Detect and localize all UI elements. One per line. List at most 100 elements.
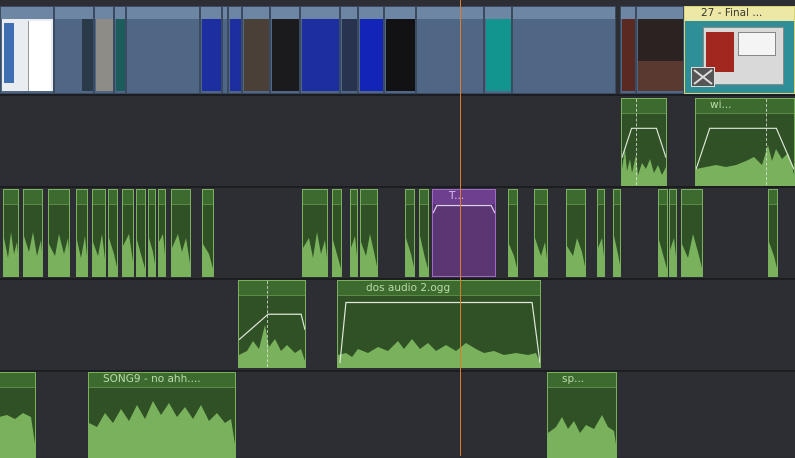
audio-clip[interactable]	[566, 189, 586, 277]
video-clip[interactable]	[94, 6, 114, 94]
video-clip[interactable]	[270, 6, 300, 94]
audio-clip[interactable]	[238, 280, 306, 368]
audio-clip[interactable]	[108, 189, 118, 277]
timeline[interactable]: 27 - Final ... wi... T... dos audio 2.og…	[0, 0, 795, 458]
playhead[interactable]	[460, 0, 461, 456]
audio-clip[interactable]	[76, 189, 88, 277]
audio-clip-selected[interactable]: T...	[432, 189, 496, 277]
waveform	[333, 228, 341, 276]
video-clip[interactable]	[340, 6, 358, 94]
video-clip[interactable]	[228, 6, 242, 94]
audio-clip[interactable]	[148, 189, 156, 277]
clip-thumbnail	[116, 19, 125, 91]
clip-header	[361, 190, 377, 205]
audio-track-4[interactable]: SONG9 - no ahh.... sp...	[0, 372, 795, 458]
audio-clip[interactable]	[158, 189, 166, 277]
clip-thumbnail	[622, 19, 635, 91]
clip-header	[301, 7, 339, 19]
audio-clip[interactable]	[92, 189, 106, 277]
audio-clip[interactable]	[508, 189, 518, 277]
video-clip[interactable]	[0, 6, 54, 94]
clip-thumbnail	[703, 27, 784, 85]
audio-track-1[interactable]: wi...	[0, 96, 795, 186]
audio-clip[interactable]	[136, 189, 146, 277]
clip-thumbnail	[272, 19, 299, 91]
video-track[interactable]: 27 - Final ...	[0, 0, 795, 94]
audio-clip[interactable]	[23, 189, 43, 277]
audio-clip[interactable]	[122, 189, 134, 277]
clip-header	[598, 190, 604, 205]
audio-clip[interactable]	[597, 189, 605, 277]
audio-clip[interactable]	[302, 189, 328, 277]
waveform	[137, 228, 145, 276]
clip-thumbnail	[360, 19, 383, 91]
clip-label: 27 - Final ...	[701, 7, 763, 19]
audio-clip[interactable]	[613, 189, 621, 277]
audio-clip[interactable]	[350, 189, 358, 277]
audio-clip[interactable]	[332, 189, 342, 277]
clip-header	[271, 7, 299, 19]
clip-thumbnail	[230, 19, 241, 91]
audio-clip[interactable]: dos audio 2.ogg	[337, 280, 541, 368]
audio-clip[interactable]	[202, 189, 214, 277]
audio-clip[interactable]	[669, 189, 677, 277]
audio-clip[interactable]	[534, 189, 548, 277]
clip-header	[351, 190, 357, 205]
audio-clip[interactable]	[360, 189, 378, 277]
waveform	[598, 228, 604, 276]
audio-clip[interactable]	[621, 98, 667, 186]
clip-header	[55, 7, 93, 19]
video-clip[interactable]	[114, 6, 126, 94]
video-clip[interactable]	[484, 6, 512, 94]
waveform	[548, 399, 616, 457]
video-clip[interactable]	[636, 6, 684, 94]
audio-clip[interactable]	[681, 189, 703, 277]
clip-header	[243, 7, 269, 19]
video-clip[interactable]	[384, 6, 416, 94]
audio-clip[interactable]	[419, 189, 429, 277]
volume-envelope	[239, 313, 305, 341]
clip-thumbnail	[202, 19, 221, 91]
audio-clip[interactable]	[3, 189, 19, 277]
video-clip[interactable]	[126, 6, 200, 94]
clip-header	[223, 7, 227, 19]
audio-clip[interactable]	[405, 189, 415, 277]
clip-header	[127, 7, 199, 19]
clip-header	[417, 7, 483, 19]
clip-header	[303, 190, 327, 205]
video-clip[interactable]	[358, 6, 384, 94]
waveform	[93, 228, 105, 276]
video-clip[interactable]	[242, 6, 270, 94]
audio-clip[interactable]: sp...	[547, 372, 617, 458]
waveform	[509, 228, 517, 276]
waveform	[406, 228, 414, 276]
waveform	[4, 228, 18, 276]
clip-header	[137, 190, 145, 205]
audio-clip[interactable]: wi...	[695, 98, 795, 186]
waveform	[149, 228, 155, 276]
video-clip[interactable]	[620, 6, 636, 94]
waveform	[351, 228, 357, 276]
clip-header	[115, 7, 125, 19]
video-clip[interactable]	[416, 6, 484, 94]
clip-header	[385, 7, 415, 19]
clip-header	[49, 190, 69, 205]
audio-clip[interactable]	[768, 189, 778, 277]
audio-clip[interactable]	[171, 189, 191, 277]
audio-clip[interactable]	[48, 189, 70, 277]
video-clip[interactable]	[200, 6, 222, 94]
waveform	[535, 228, 547, 276]
video-clip[interactable]	[300, 6, 340, 94]
waveform	[89, 393, 235, 457]
clip-header	[203, 190, 213, 205]
audio-clip[interactable]	[0, 372, 36, 458]
video-clip[interactable]	[512, 6, 616, 94]
video-clip-selected[interactable]: 27 - Final ...	[684, 6, 795, 94]
audio-track-2[interactable]: T...	[0, 188, 795, 278]
clip-header	[659, 190, 667, 205]
video-clip[interactable]	[54, 6, 94, 94]
audio-clip[interactable]: SONG9 - no ahh....	[88, 372, 236, 458]
audio-track-3[interactable]: dos audio 2.ogg	[0, 280, 795, 370]
audio-clip[interactable]	[658, 189, 668, 277]
clip-header	[621, 7, 635, 19]
